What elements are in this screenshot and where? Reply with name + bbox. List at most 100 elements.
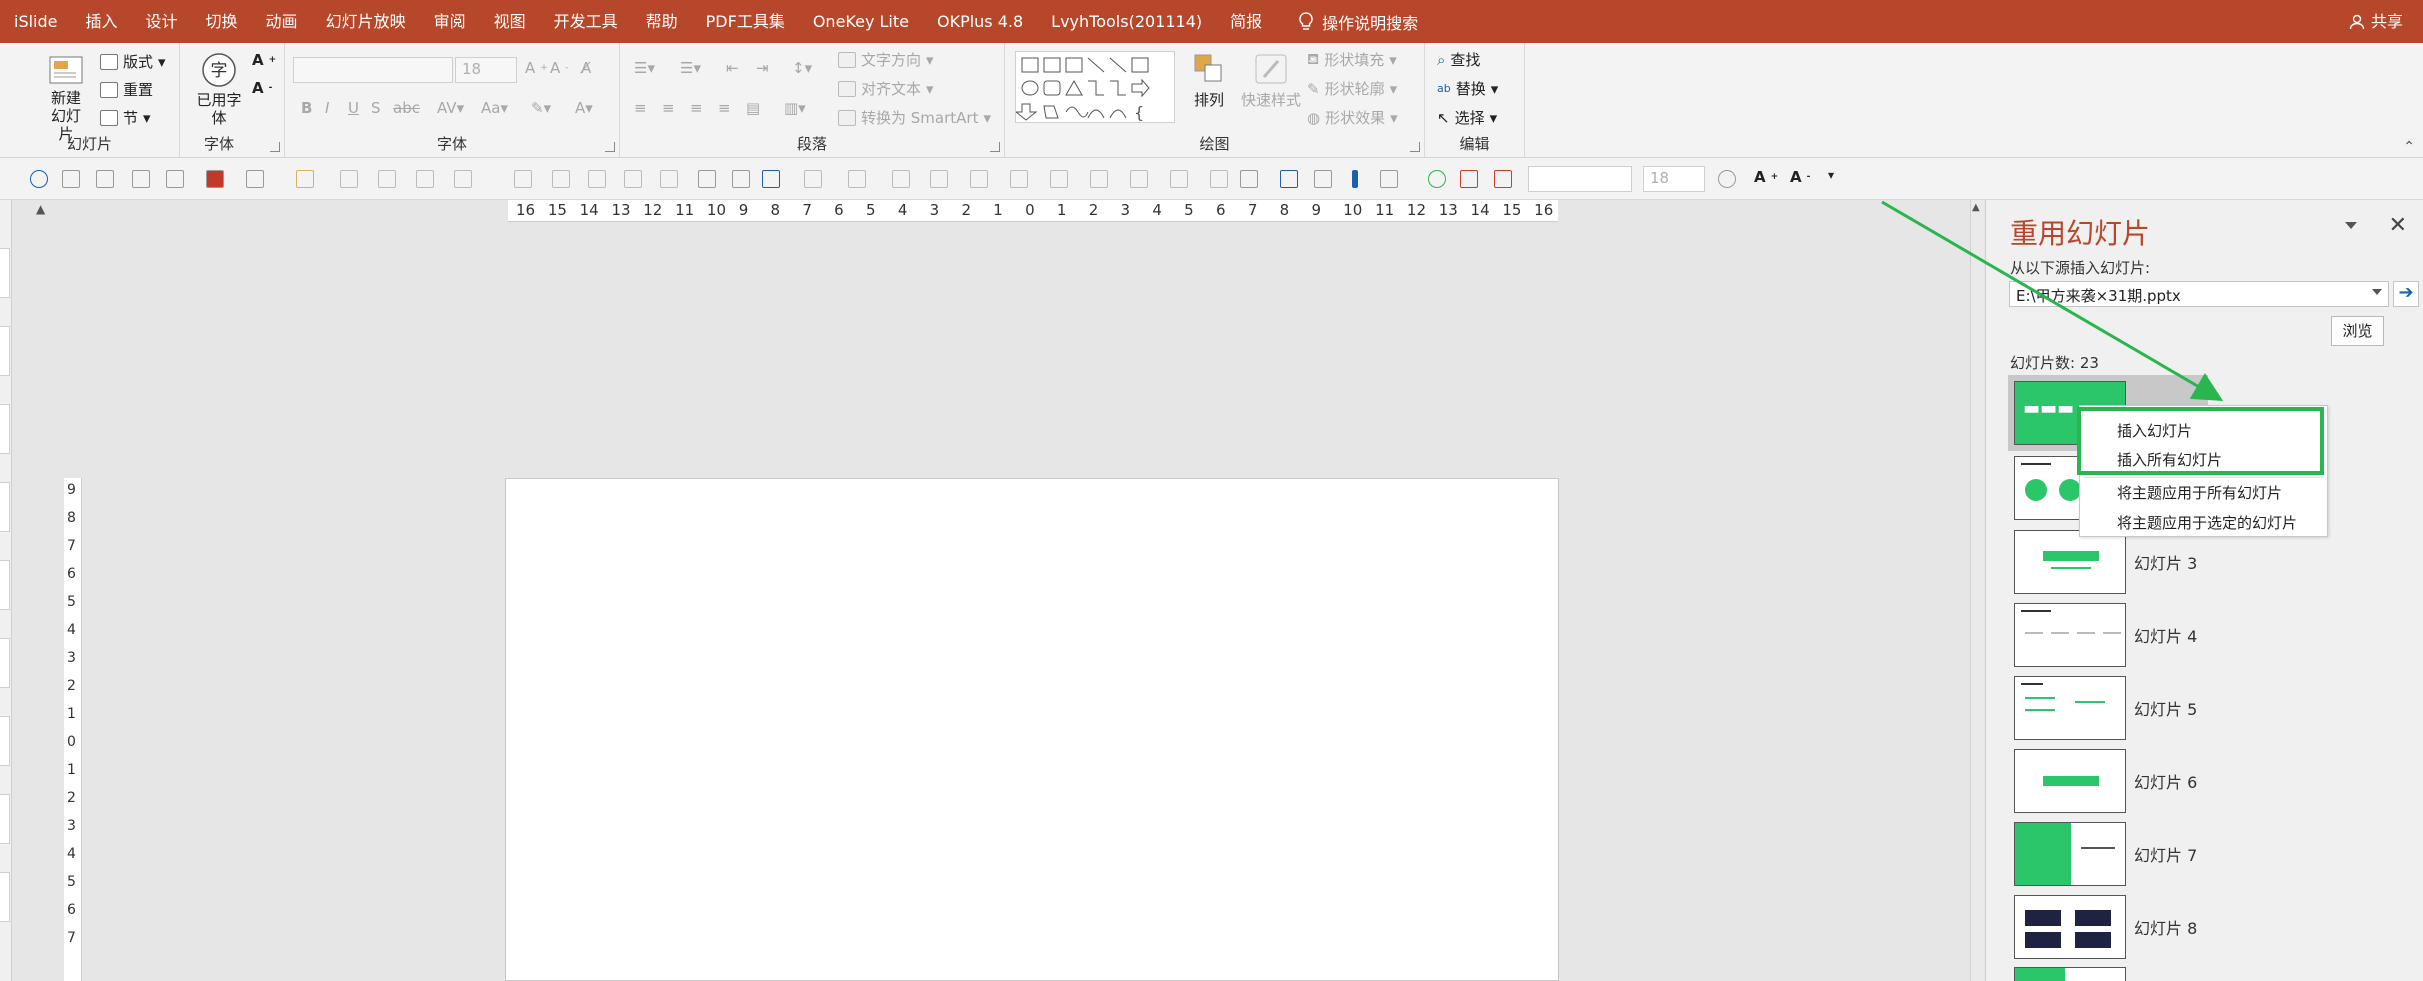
find-button[interactable]: ⌕ 查找 [1437,49,1480,70]
numbering-icon[interactable]: ☰▾ [680,59,701,77]
tool-icon-10[interactable] [552,170,570,188]
tab-briefing[interactable]: 简报 [1216,0,1276,43]
font-grow-icon[interactable]: A + [252,51,276,69]
slide-thumb-edge[interactable] [0,404,10,454]
menu-item-apply-theme-all[interactable]: 将主题应用于所有幻灯片 [2117,482,2282,503]
close-icon[interactable]: ✕ [2389,213,2407,238]
arrange-button[interactable]: 排列 [1191,51,1227,110]
slide-thumb-edge[interactable] [0,716,10,766]
grow-font-icon[interactable]: A + [525,59,548,77]
line-spacing-icon[interactable]: ↕▾ [792,59,812,77]
used-fonts-button[interactable]: 字 已用字体 [194,51,244,127]
shape-outline-button[interactable]: ✎ 形状轮廓 ▾ [1307,78,1397,99]
slide-thumb-edge[interactable] [0,482,10,532]
tool-icon-2[interactable] [96,170,114,188]
tool-icon-33[interactable] [1460,170,1478,188]
slide-thumbnail-partial[interactable] [2014,967,2126,981]
tab-islide[interactable]: iSlide [0,0,72,43]
smartart-button[interactable]: 转换为 SmartArt ▾ [838,107,991,128]
folder-icon[interactable] [296,170,314,188]
font-size-combo[interactable]: 18 [455,57,517,83]
slide-thumb-edge[interactable] [0,248,10,298]
slide-thumbnails-strip[interactable] [0,200,12,981]
slide-list-item[interactable]: 幻灯片 8 [2014,893,2197,961]
tool-icon-12[interactable] [624,170,642,188]
tab-transitions[interactable]: 切换 [192,0,252,43]
shape-fill-button[interactable]: ⛾ 形状填充 ▾ [1307,49,1397,70]
tool-icon-18[interactable] [892,170,910,188]
tab-animations[interactable]: 动画 [252,0,312,43]
tool-icon-9[interactable] [514,170,532,188]
columns-icon[interactable]: ▥▾ [784,99,806,117]
tab-onekey-lite[interactable]: OneKey Lite [799,0,923,43]
tool-icon-8[interactable] [454,170,472,188]
tell-me-search[interactable]: 操作说明搜索 [1276,10,1418,34]
tool-icon-6[interactable] [378,170,396,188]
select-button[interactable]: ↖ 选择 ▾ [1437,107,1497,128]
font-color-icon[interactable]: A▾ [575,99,593,117]
tab-view[interactable]: 视图 [480,0,540,43]
font-dialog-launcher[interactable] [605,142,615,152]
shapes-gallery[interactable]: { [1015,51,1175,123]
tool-icon-31[interactable] [1380,170,1398,188]
tool-icon-30[interactable] [1352,170,1358,188]
align-right-icon[interactable]: ≡ [690,99,703,117]
shape-tool-icon[interactable] [762,170,780,188]
slide-thumb-edge[interactable] [0,560,10,610]
qat-shrink-font-icon[interactable]: A- [1790,168,1810,186]
font-shrink-icon[interactable]: A- [252,79,272,97]
bold-icon[interactable]: B [301,99,312,117]
slide-canvas[interactable] [505,478,1559,981]
chevron-down-icon[interactable] [2372,289,2382,295]
go-arrow-button[interactable]: ➔ [2393,281,2419,307]
section-button[interactable]: 节 ▾ [100,107,151,128]
qat-font-combo[interactable] [1528,166,1632,192]
tab-insert[interactable]: 插入 [72,0,132,43]
tool-icon-4[interactable] [166,170,184,188]
clear-format-icon[interactable]: A̸ [581,59,591,77]
slide-thumb-edge[interactable] [0,794,10,844]
bullets-icon[interactable]: ☰▾ [634,59,655,77]
tool-icon-29[interactable] [1314,170,1332,188]
browse-button[interactable]: 浏览 [2331,316,2384,346]
font-name-combo[interactable] [293,57,453,83]
tool-icon-24[interactable] [1130,170,1148,188]
collapse-ribbon-icon[interactable]: ⌃ [2403,139,2415,155]
increase-indent-icon[interactable]: ⇥ [756,59,769,77]
drawing-dialog-launcher[interactable] [1410,142,1420,152]
slide-thumb-edge[interactable] [0,326,10,376]
shadow-icon[interactable]: S [371,99,381,117]
vertical-ruler[interactable]: 9 8 7 6 5 4 3 2 1 0 1 2 3 4 5 6 7 [64,478,82,981]
tool-icon-34[interactable] [1718,170,1736,188]
qat-size-combo[interactable]: 18 [1643,166,1705,192]
justify-icon[interactable]: ≡ [718,99,731,117]
scroll-up-icon[interactable]: ▲ [36,202,45,216]
slide-thumb-edge[interactable] [0,638,10,688]
tab-okplus[interactable]: OKPlus 4.8 [923,0,1037,43]
tool-icon-27[interactable] [1240,170,1258,188]
layout-button[interactable]: 版式 ▾ [100,51,166,72]
paragraph-dialog-launcher[interactable] [990,142,1000,152]
underline-icon[interactable]: U [348,99,359,117]
tool-icon-28[interactable] [1280,170,1298,188]
tool-icon-7[interactable] [416,170,434,188]
tool-icon-13[interactable] [660,170,678,188]
tool-icon-32[interactable] [1428,170,1446,188]
shrink-font-icon[interactable]: A- [550,59,569,77]
menu-item-apply-theme-selected[interactable]: 将主题应用于选定的幻灯片 [2117,512,2297,533]
text-direction-button[interactable]: 文字方向 ▾ [838,49,934,70]
align-text-button[interactable]: 对齐文本 ▾ [838,78,934,99]
qat-grow-font-icon[interactable]: A + [1754,168,1778,186]
fonts-dialog-launcher[interactable] [270,142,280,152]
tab-pdf-tools[interactable]: PDF工具集 [692,0,799,43]
tool-icon-3[interactable] [132,170,150,188]
replace-button[interactable]: ab 替换 ▾ [1437,78,1498,99]
strikethrough-icon[interactable]: abc [393,99,420,117]
color-swatch-icon[interactable] [206,170,224,188]
tool-icon-22[interactable] [1050,170,1068,188]
horizontal-ruler[interactable]: 16 15 14 13 12 11 10 9 8 7 6 5 4 3 2 1 0 1 2 3 4 5 6 7 8 9 10 11 12 1… [508,200,1558,222]
text-box-icon[interactable] [246,170,264,188]
tool-icon-17[interactable] [848,170,866,188]
quick-styles-button[interactable]: 快速样式 [1241,51,1301,110]
tool-icon-26[interactable] [1210,170,1228,188]
